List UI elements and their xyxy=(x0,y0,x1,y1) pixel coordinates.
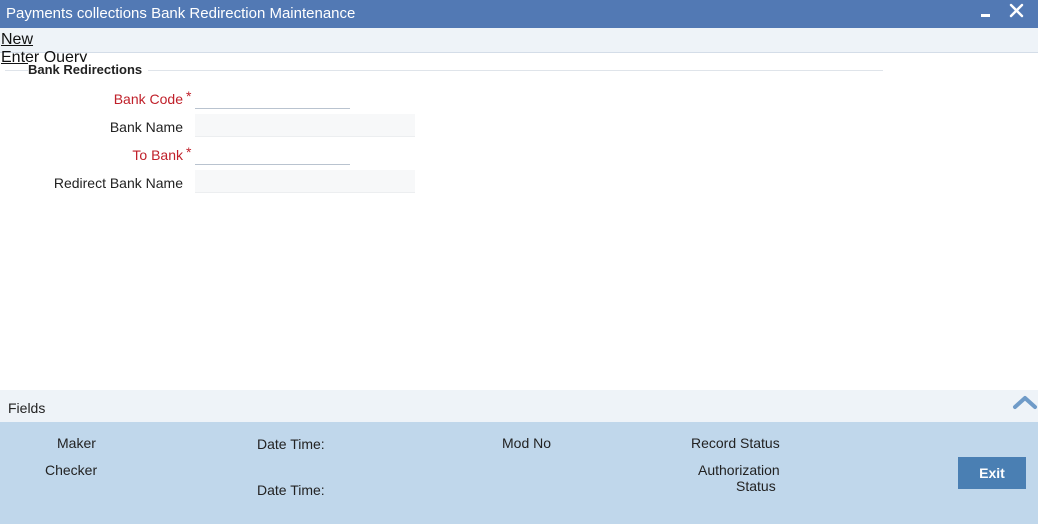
bank-name-label: Bank Name xyxy=(109,119,183,135)
fields-bar: Fields xyxy=(0,390,1038,422)
maker-date-time-label: Date Time: xyxy=(257,436,325,452)
new-link[interactable]: New xyxy=(1,31,33,49)
authorization-status-label: Status xyxy=(736,478,776,494)
exit-button[interactable]: Exit xyxy=(958,457,1026,489)
window-titlebar: Payments collections Bank Redirection Ma… xyxy=(0,0,1038,28)
bank-code-label: Bank Code xyxy=(113,91,183,107)
checker-date-time-label: Date Time: xyxy=(257,482,325,498)
bank-code-required-mark: * xyxy=(186,88,192,104)
redirect-bank-name-label: Redirect Bank Name xyxy=(53,175,183,191)
maker-label: Maker xyxy=(57,435,96,451)
chevron-up-icon[interactable] xyxy=(1012,393,1038,411)
checker-label: Checker xyxy=(45,462,98,478)
redirect-bank-name-field xyxy=(195,170,415,193)
to-bank-required-mark: * xyxy=(186,144,192,160)
mod-no-label: Mod No xyxy=(502,435,552,451)
toolbar xyxy=(0,28,1038,53)
to-bank-input[interactable] xyxy=(195,143,350,165)
close-icon[interactable] xyxy=(1006,1,1028,25)
bank-name-field xyxy=(195,114,415,137)
authorization-label: Authorization xyxy=(698,462,780,478)
fields-toggle-label[interactable]: Fields xyxy=(8,400,45,416)
section-title: Bank Redirections xyxy=(28,62,149,77)
to-bank-label: To Bank xyxy=(132,147,183,163)
minimize-icon[interactable] xyxy=(976,1,998,25)
bank-code-input[interactable] xyxy=(195,87,350,109)
window-title: Payments collections Bank Redirection Ma… xyxy=(6,5,356,22)
record-status-label: Record Status xyxy=(691,435,780,451)
